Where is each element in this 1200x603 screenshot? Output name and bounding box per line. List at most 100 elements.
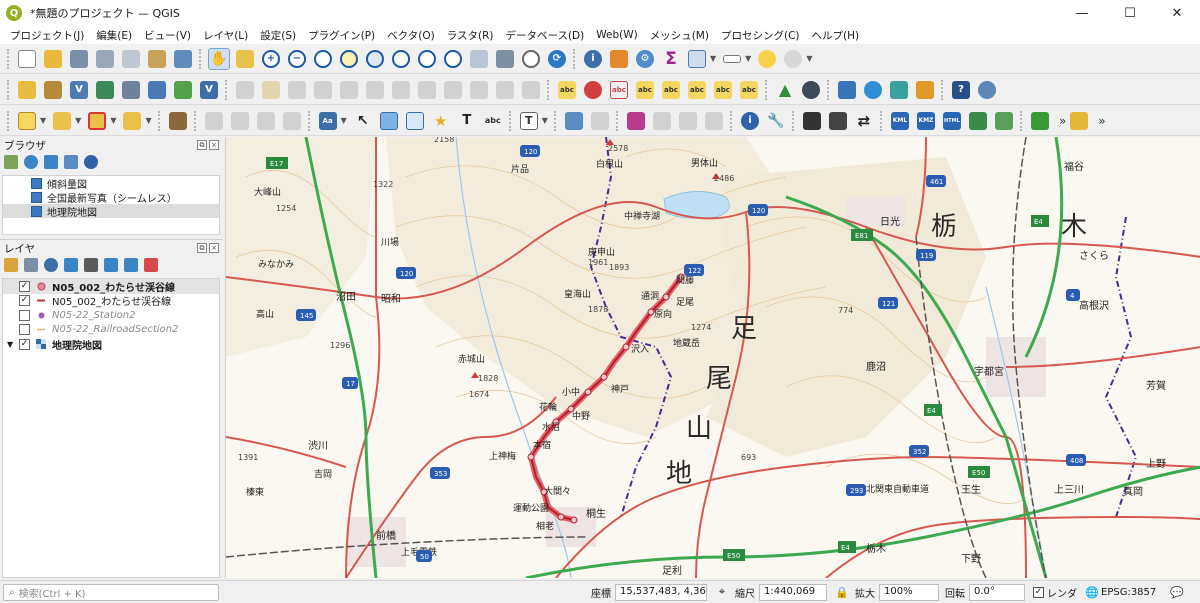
map-tips-icon[interactable] xyxy=(756,48,778,70)
lock-icon[interactable]: 🔒 xyxy=(835,585,849,599)
deselect-all-icon[interactable] xyxy=(86,110,108,132)
menu-mesh[interactable]: メッシュ(M) xyxy=(644,28,715,43)
toggle-editing-icon[interactable] xyxy=(260,79,282,101)
layer-visibility-checkbox[interactable] xyxy=(19,309,30,321)
add-polygon-icon[interactable] xyxy=(378,110,400,132)
python-console-icon[interactable] xyxy=(836,79,858,101)
new-map-view-icon[interactable] xyxy=(468,48,490,70)
processing-toolbox-icon[interactable] xyxy=(976,79,998,101)
toolbar-grip[interactable] xyxy=(225,79,229,100)
toolbar-grip[interactable] xyxy=(1019,110,1024,131)
layer-visibility-checkbox[interactable] xyxy=(19,324,30,336)
kml-export-icon[interactable]: KML xyxy=(889,110,911,132)
dropdown-arrow-icon[interactable]: ▼ xyxy=(542,116,548,125)
delete-selected-icon[interactable] xyxy=(390,79,412,101)
pan-to-selection-icon[interactable] xyxy=(234,48,256,70)
dropdown-arrow-icon[interactable]: ▼ xyxy=(341,116,347,125)
menu-settings[interactable]: 設定(S) xyxy=(254,28,302,43)
minimize-button[interactable]: — xyxy=(1059,0,1105,26)
render-checkbox[interactable]: ✓ xyxy=(1033,586,1044,598)
paste-features-icon[interactable] xyxy=(468,79,490,101)
toolbar-overflow-icon[interactable]: » xyxy=(1059,114,1066,128)
capture-icon[interactable] xyxy=(827,110,849,132)
rotate-feature-icon[interactable] xyxy=(229,110,251,132)
merge-features-icon[interactable] xyxy=(703,110,725,132)
move-label-icon[interactable]: abc xyxy=(686,79,708,101)
coordinate-toggle-icon[interactable]: ⌖ xyxy=(715,585,729,599)
georeferenced-image-icon[interactable] xyxy=(167,110,189,132)
highlight-label-icon[interactable]: abc xyxy=(608,79,630,101)
toolbar-grip[interactable] xyxy=(879,110,884,131)
toolbar-grip[interactable] xyxy=(941,79,945,100)
layer-row[interactable]: N05-22_Station2 xyxy=(3,308,219,323)
messages-icon[interactable]: 💬 xyxy=(1170,585,1184,599)
add-selected-icon[interactable] xyxy=(4,155,18,169)
modify-attributes-icon[interactable] xyxy=(364,79,386,101)
rotate-label-icon[interactable]: abc xyxy=(712,79,734,101)
toolbar-grip[interactable] xyxy=(547,79,551,100)
statistics-sigma-icon[interactable]: Σ xyxy=(660,48,682,70)
simplify-feature-icon[interactable] xyxy=(255,110,277,132)
identify-features-icon[interactable]: i xyxy=(582,48,604,70)
scale-field[interactable]: 1:440,069 xyxy=(759,583,827,601)
toolbar-grip[interactable] xyxy=(553,110,558,131)
label-toolbar-icon[interactable]: abc xyxy=(556,79,578,101)
filter-icon[interactable] xyxy=(44,155,58,169)
cut-features-icon[interactable] xyxy=(416,79,438,101)
select-by-value-icon[interactable] xyxy=(51,110,73,132)
save-edits-icon[interactable] xyxy=(286,79,308,101)
layer-visibility-checkbox[interactable]: ✓ xyxy=(19,280,30,292)
menu-processing[interactable]: プロセシング(C) xyxy=(715,28,806,43)
add-text-icon[interactable]: T xyxy=(456,110,478,132)
digitize-icon[interactable] xyxy=(94,79,116,101)
coordinate-field[interactable]: 15,537,483, 4,366,765 xyxy=(615,583,707,601)
redo-icon[interactable] xyxy=(520,79,542,101)
crs-globe-icon[interactable]: 🌐 xyxy=(1085,585,1099,599)
tracing-icon[interactable] xyxy=(589,110,611,132)
change-label-icon[interactable]: abc xyxy=(738,79,760,101)
print-layout-icon[interactable] xyxy=(120,48,142,70)
person-plugin-icon[interactable] xyxy=(914,79,936,101)
zoom-next-icon[interactable] xyxy=(442,48,464,70)
browser-item[interactable]: 傾斜量図 xyxy=(3,176,219,191)
kmz-export-icon[interactable]: KMZ xyxy=(915,110,937,132)
lock-scale-icon[interactable] xyxy=(801,110,823,132)
add-feature-icon[interactable] xyxy=(312,79,334,101)
dropdown-arrow-icon[interactable]: ▼ xyxy=(745,54,751,63)
menu-web[interactable]: Web(W) xyxy=(590,29,643,41)
layer-row[interactable]: ✓ N05_002_わたらせ渓谷線 xyxy=(3,279,219,294)
save-as-icon[interactable] xyxy=(94,48,116,70)
menu-vector[interactable]: ベクタ(O) xyxy=(381,28,441,43)
advanced-digitize-icon[interactable] xyxy=(203,110,225,132)
menu-raster[interactable]: ラスタ(R) xyxy=(441,28,500,43)
layer-diagram-icon[interactable] xyxy=(582,79,604,101)
close-button[interactable]: ✕ xyxy=(1154,0,1200,26)
info-icon[interactable]: i xyxy=(739,110,761,132)
add-raster-layer-icon[interactable] xyxy=(146,79,168,101)
toolbar-grip[interactable] xyxy=(791,110,796,131)
show-hide-labels-icon[interactable]: abc xyxy=(660,79,682,101)
menu-help[interactable]: ヘルプ(H) xyxy=(806,28,866,43)
menu-layer[interactable]: レイヤ(L) xyxy=(197,28,254,43)
toolbar-grip[interactable] xyxy=(573,48,577,69)
tiles-icon[interactable] xyxy=(967,110,989,132)
toolbar-grip[interactable] xyxy=(307,110,312,131)
browser-item[interactable]: 全国最新写真（シームレス） xyxy=(3,190,219,205)
zoom-layer-icon[interactable] xyxy=(364,48,386,70)
expand-all-icon[interactable] xyxy=(104,258,118,272)
browser-item[interactable]: 地理院地図 xyxy=(3,204,219,219)
measure-icon[interactable] xyxy=(721,48,743,70)
add-vector-layer-icon[interactable]: V xyxy=(68,79,90,101)
attribute-toolbox-icon[interactable] xyxy=(608,48,630,70)
layer-row[interactable]: ▼ ✓ 地理院地図 xyxy=(3,337,219,352)
toolbar-grip[interactable] xyxy=(157,110,162,131)
add-wfs-layer-icon[interactable]: V xyxy=(198,79,220,101)
data-source-manager-icon[interactable] xyxy=(16,79,38,101)
collapse-arrow-icon[interactable]: ▼ xyxy=(7,340,17,349)
zoom-last-icon[interactable] xyxy=(416,48,438,70)
toolbar-grip[interactable] xyxy=(7,48,11,69)
collapse-all-icon[interactable] xyxy=(124,258,138,272)
select-pointer-icon[interactable]: ↖ xyxy=(352,110,374,132)
layer-row[interactable]: ✓ N05_002_わたらせ渓谷線 xyxy=(3,294,219,308)
add-text-along-line-icon[interactable]: abc xyxy=(482,110,504,132)
